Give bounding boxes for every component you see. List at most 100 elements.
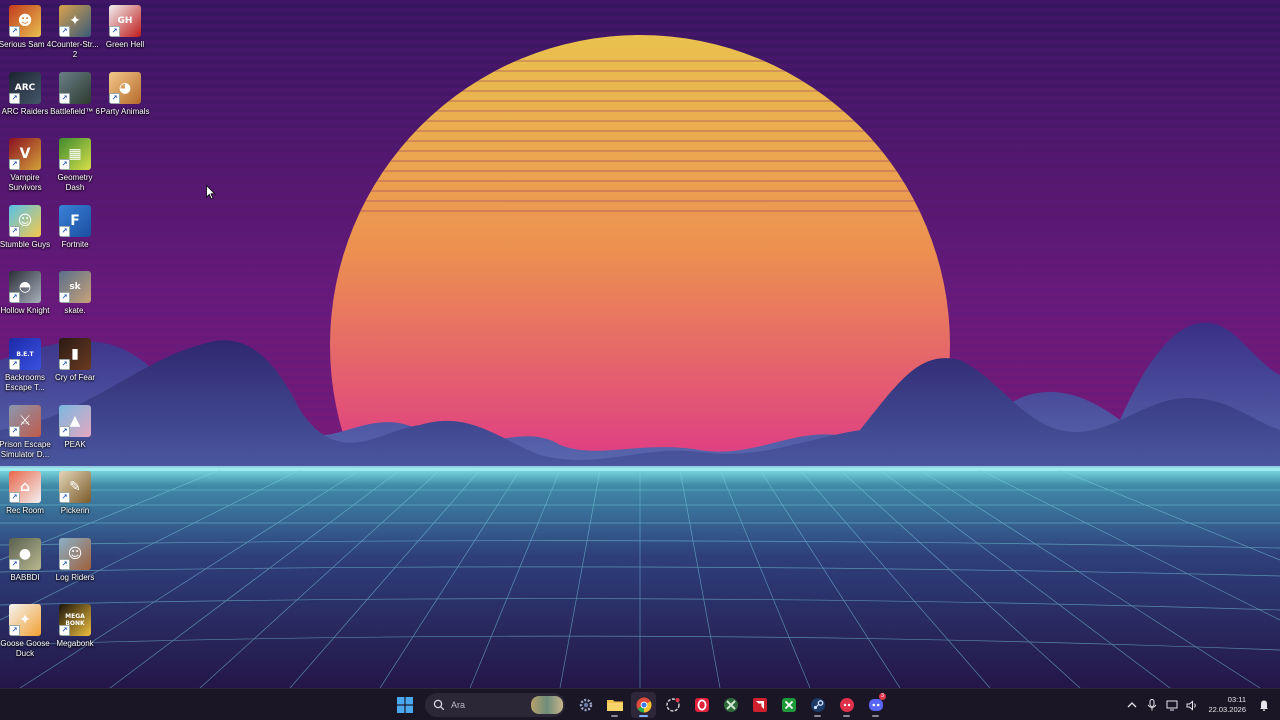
mouse-cursor-icon [206, 185, 216, 200]
desktop-shortcut[interactable]: sk ↗ skate. [50, 271, 100, 316]
microphone-icon [1148, 699, 1157, 711]
shortcut-arrow-icon: ↗ [9, 625, 20, 637]
tray-microphone[interactable] [1142, 695, 1162, 715]
search-icon [433, 699, 445, 711]
system-tray: 03:11 22.03.2026 [1122, 689, 1280, 720]
taskbar-steam[interactable] [805, 692, 830, 718]
taskbar-discord-canary[interactable] [834, 692, 859, 718]
desktop-shortcut-label: PEAK [64, 439, 86, 449]
desktop-shortcut[interactable]: B.E.T ↗ Backrooms Escape T... [0, 338, 50, 393]
desktop-shortcut-label: Cry of Fear [54, 373, 95, 382]
desktop-shortcut[interactable]: ☺ ↗ Log Riders [50, 537, 100, 583]
desktop-shortcut-label: Counter-Str... 2 [51, 40, 99, 59]
desktop-shortcut[interactable]: ARC ↗ ARC Raiders [0, 71, 50, 117]
taskbar-xbox[interactable] [776, 692, 801, 718]
taskbar-file-explorer[interactable] [602, 692, 627, 718]
desktop-wallpaper [0, 0, 1280, 688]
desktop-shortcut-label: Green Hell [105, 40, 145, 49]
discord-canary-icon [839, 698, 854, 712]
desktop-shortcut[interactable]: ✦ ↗ Goose Goose Duck [0, 604, 50, 659]
tray-volume[interactable] [1182, 695, 1202, 715]
shortcut-arrow-icon: ↗ [109, 26, 120, 37]
shortcut-arrow-icon: ↗ [59, 92, 70, 104]
desktop-shortcut[interactable]: ● ↗ BABBDI [0, 537, 50, 583]
shortcut-arrow-icon: ↗ [9, 225, 20, 237]
taskbar-search-box[interactable]: Ara [425, 693, 565, 717]
desktop-shortcut-label: Fortnite [61, 239, 89, 249]
speaker-icon [1186, 699, 1197, 711]
taskbar-clock[interactable]: 03:11 22.03.2026 [1208, 695, 1246, 715]
shortcut-arrow-icon: ↗ [59, 359, 70, 370]
party-animals-icon: ◕ ↗ [109, 71, 141, 104]
cry-of-fear-icon: ▮ ↗ [59, 338, 91, 370]
xbox-icon [781, 698, 796, 712]
desktop-shortcut[interactable]: ◕ ↗ Party Animals [100, 71, 150, 117]
desktop-shortcut-label: Stumble Guys [0, 239, 51, 249]
taskbar: Ara 3 03:11 22.03.2026 [0, 688, 1280, 720]
tray-overflow-button[interactable] [1122, 695, 1142, 715]
desktop-shortcut-label: skate. [64, 306, 86, 316]
taskbar-apps: Ara 3 [392, 689, 888, 720]
peak-icon: ▲ ↗ [59, 404, 91, 437]
backrooms-icon: B.E.T ↗ [9, 338, 41, 370]
desktop-shortcut[interactable]: MEGA BONK ↗ Megabonk [50, 604, 100, 649]
folder-icon [606, 700, 623, 711]
desktop-shortcut-label: Pickerin [60, 506, 90, 516]
shortcut-arrow-icon: ↗ [9, 425, 20, 437]
taskbar-chrome[interactable] [631, 692, 656, 718]
desktop-shortcut-label: Goose Goose Duck [0, 639, 50, 659]
battlefield-icon: ↗ [59, 71, 91, 104]
windows-start-icon [396, 697, 413, 713]
taskbar-xbox-game-bar[interactable] [718, 692, 743, 718]
megabonk-icon: MEGA BONK ↗ [59, 604, 91, 637]
desktop-shortcut-label: Prison Escape Simulator D... [0, 439, 51, 459]
desktop-shortcut-label: Log Riders [55, 572, 95, 582]
desktop-shortcut[interactable]: ✦ ↗ Counter-Str... 2 [50, 5, 100, 60]
desktop-shortcut[interactable]: F ↗ Fortnite [50, 204, 100, 250]
shortcut-arrow-icon: ↗ [59, 225, 70, 237]
desktop-shortcut[interactable]: ☻ ↗ Serious Sam 4 [0, 5, 51, 50]
shortcut-arrow-icon: ↗ [59, 159, 70, 171]
taskbar-settings[interactable] [573, 692, 598, 718]
taskbar-amd-software[interactable] [747, 692, 772, 718]
desktop-shortcut[interactable]: ▲ ↗ PEAK [50, 404, 100, 450]
shortcut-arrow-icon: ↗ [59, 425, 70, 437]
shortcut-arrow-icon: ↗ [9, 359, 20, 370]
taskbar-opera-gx[interactable] [689, 692, 714, 718]
search-highlight-image [531, 696, 563, 714]
log-riders-icon: ☺ ↗ [59, 537, 91, 570]
babbdi-icon: ● ↗ [9, 537, 41, 570]
desktop-shortcut[interactable]: ⌂ ↗ Rec Room [0, 471, 50, 516]
settings-gear-icon [579, 698, 592, 712]
desktop-shortcut-label: ARC Raiders [1, 106, 49, 116]
tray-network[interactable] [1162, 695, 1182, 715]
desktop-shortcut[interactable]: ◓ ↗ Hollow Knight [0, 271, 50, 316]
desktop-shortcut[interactable]: ⚔ ↗ Prison Escape Simulator D... [0, 404, 51, 460]
desktop-shortcut[interactable]: ↗ Battlefield™ 6 [50, 71, 100, 117]
chrome-icon [636, 697, 651, 713]
desktop-shortcut[interactable]: ☺ ↗ Stumble Guys [0, 204, 51, 250]
stumble-guys-icon: ☺ ↗ [9, 204, 41, 237]
desktop-shortcut[interactable]: ▦ ↗ Geometry Dash [50, 138, 100, 193]
hollow-knight-icon: ◓ ↗ [9, 271, 41, 304]
desktop-shortcut-label: Backrooms Escape T... [4, 373, 45, 392]
clock-date: 22.03.2026 [1208, 705, 1246, 714]
notification-center-button[interactable] [1254, 695, 1274, 715]
taskbar-chatgpt[interactable] [660, 692, 685, 718]
start-button[interactable] [392, 692, 417, 718]
desktop-icon-grid: ☻ ↗ Serious Sam 4 ✦ ↗ Counter-Str... 2 GH ↗ Gree… [0, 0, 160, 688]
desktop-shortcut-label: Hollow Knight [0, 306, 50, 316]
fortnite-icon: F ↗ [59, 204, 91, 237]
desktop-shortcut[interactable]: ▮ ↗ Cry of Fear [50, 338, 100, 383]
skate-icon: sk ↗ [59, 271, 91, 304]
desktop-shortcut[interactable]: GH ↗ Green Hell [100, 5, 150, 50]
taskbar-discord[interactable]: 3 [863, 692, 888, 718]
desktop-shortcut-label: Party Animals [100, 106, 150, 116]
network-icon [1166, 700, 1178, 710]
desktop-shortcut[interactable]: ✎ ↗ Pickerin [50, 471, 100, 516]
desktop-shortcut[interactable]: V ↗ Vampire Survivors [0, 138, 50, 193]
geometry-dash-icon: ▦ ↗ [59, 138, 91, 171]
goose-goose-duck-icon: ✦ ↗ [9, 604, 41, 637]
shortcut-arrow-icon: ↗ [59, 492, 70, 504]
shortcut-arrow-icon: ↗ [59, 625, 70, 637]
